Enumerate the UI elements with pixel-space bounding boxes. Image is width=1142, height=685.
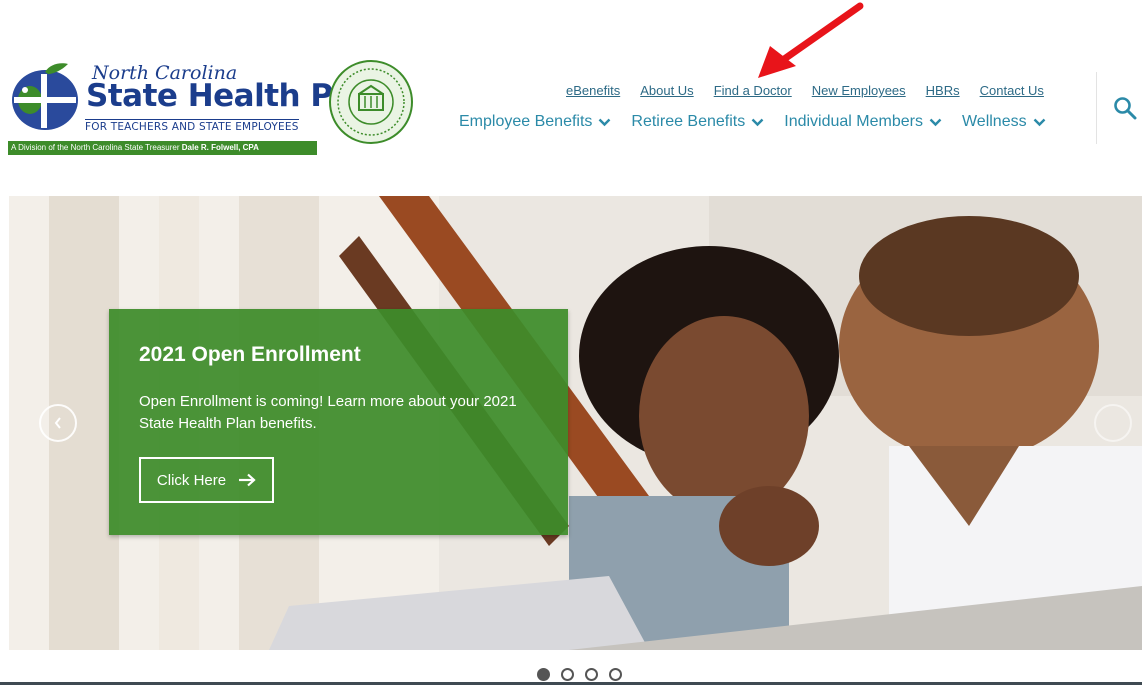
chevron-down-icon: [599, 118, 611, 126]
nav-link-find-a-doctor[interactable]: Find a Doctor: [714, 83, 792, 98]
chevron-down-icon: [929, 118, 942, 126]
red-arrow-icon: [758, 2, 864, 78]
site-logo[interactable]: North Carolina State Health Plan FOR TEA…: [8, 56, 420, 158]
hero-carousel: 2021 Open Enrollment Open Enrollment is …: [9, 196, 1142, 650]
nav-menu-retiree-benefits[interactable]: Retiree Benefits: [631, 113, 764, 131]
nav-menu-wellness[interactable]: Wellness: [962, 113, 1046, 131]
promo-title: 2021 Open Enrollment: [139, 343, 361, 366]
nav-menu-employee-benefits[interactable]: Employee Benefits: [459, 113, 611, 131]
apple-logo-icon: [12, 63, 78, 130]
carousel-dots: [537, 668, 622, 681]
carousel-dot-4[interactable]: [609, 668, 622, 681]
logo-division-strip: A Division of the North Carolina State T…: [8, 141, 317, 155]
carousel-prev-button[interactable]: [39, 404, 77, 442]
nav-menu-label: Retiree Benefits: [631, 113, 746, 130]
carousel-dot-3[interactable]: [585, 668, 598, 681]
chevron-down-icon: [1033, 118, 1045, 126]
main-nav: Employee Benefits Retiree Benefits Indiv…: [459, 113, 1046, 131]
nav-link-about-us[interactable]: About Us: [640, 83, 693, 98]
promo-card: 2021 Open Enrollment Open Enrollment is …: [109, 309, 568, 535]
nav-menu-label: Wellness: [961, 113, 1027, 130]
chevron-left-icon: [54, 417, 61, 429]
arrow-right-icon: [239, 473, 256, 487]
carousel-dot-1[interactable]: [537, 668, 550, 681]
nav-link-hbrs[interactable]: HBRs: [926, 83, 960, 98]
cta-label: Click Here: [156, 471, 227, 489]
nav-menu-label: Employee Benefits: [459, 113, 593, 130]
nav-link-ebenefits[interactable]: eBenefits: [566, 83, 620, 98]
nav-link-contact-us[interactable]: Contact Us: [980, 83, 1044, 98]
click-here-button[interactable]: Click Here: [139, 457, 274, 503]
chevron-down-icon: [751, 118, 764, 126]
utility-nav: eBenefits About Us Find a Doctor New Emp…: [566, 83, 1044, 98]
carousel-dot-2[interactable]: [561, 668, 574, 681]
logo-subtitle-text: FOR TEACHERS AND STATE EMPLOYEES: [85, 119, 299, 133]
division-prefix-text: A Division of the North Carolina State T…: [11, 143, 182, 152]
nav-link-new-employees[interactable]: New Employees: [812, 83, 906, 98]
treasurer-seal-icon: [329, 60, 413, 144]
promo-body: Open Enrollment is coming! Learn more ab…: [139, 393, 517, 432]
search-icon[interactable]: [1113, 96, 1137, 120]
nav-menu-label: Individual Members: [784, 113, 923, 130]
nav-menu-individual-members[interactable]: Individual Members: [784, 113, 942, 131]
header-divider: [1096, 72, 1097, 144]
division-name-text: Dale R. Folwell, CPA: [181, 143, 259, 152]
carousel-next-button[interactable]: [1094, 404, 1132, 442]
